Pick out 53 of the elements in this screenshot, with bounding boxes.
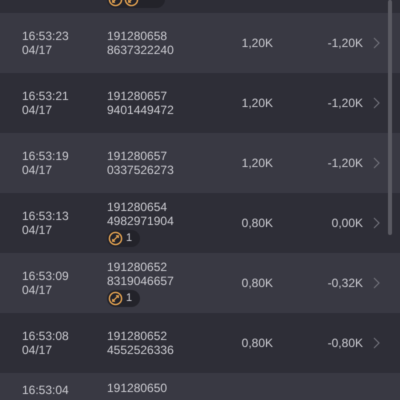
id-text: 191280652 bbox=[107, 260, 168, 274]
id-text: 191280658 bbox=[107, 29, 168, 43]
transaction-row[interactable]: 16:53:04 191280650 bbox=[0, 373, 400, 400]
count-text: 1 bbox=[126, 231, 132, 245]
id-text: 4552526336 bbox=[107, 343, 175, 357]
time-text: 16:53:08 bbox=[22, 329, 70, 343]
id-text: 191280652 bbox=[107, 329, 168, 343]
chevron-right-icon bbox=[373, 217, 380, 229]
result-text: 0,00K bbox=[330, 215, 363, 232]
id-text: 9401449472 bbox=[107, 103, 175, 117]
id-text: 191280650 bbox=[107, 381, 168, 395]
chevron-right-icon bbox=[373, 37, 380, 49]
id-text: 8637322240 bbox=[107, 43, 175, 57]
time-text: 16:53:23 bbox=[22, 29, 70, 43]
amount-text: 1,20K bbox=[240, 95, 273, 112]
amount-text: 1,20K bbox=[240, 35, 273, 52]
amount-text: 1,20K bbox=[240, 155, 273, 172]
amount-text: 0,80K bbox=[240, 335, 273, 352]
date-text: 04/17 bbox=[22, 163, 54, 177]
result-text: -1,20K bbox=[326, 35, 363, 52]
transaction-row[interactable]: 16:53:19 04/17 191280657 0337526273 1,20K -1,20K bbox=[0, 133, 400, 193]
amount-text: 0,80K bbox=[240, 275, 273, 292]
id-text: 191280654 bbox=[107, 200, 168, 214]
id-text: 4982971904 bbox=[107, 214, 175, 228]
coin-icon bbox=[108, 290, 123, 306]
transaction-row[interactable]: 16:53:23 04/17 191280658 8637322240 1,20K -1,20K bbox=[0, 13, 400, 73]
date-text: 04/17 bbox=[22, 343, 54, 357]
id-text: 0337526273 bbox=[107, 163, 175, 177]
chevron-right-icon bbox=[373, 337, 380, 349]
transaction-row[interactable]: 16:53:09 04/17 191280652 8319046657 1 0,80K -0,32K bbox=[0, 253, 400, 313]
time-text: 16:53:19 bbox=[22, 149, 70, 163]
coin-icon bbox=[108, 230, 123, 246]
time-text: 16:53:13 bbox=[22, 209, 70, 223]
date-text: 04/17 bbox=[22, 223, 54, 237]
count-text: 1 bbox=[126, 291, 132, 305]
date-text: 04/17 bbox=[22, 283, 54, 297]
time-text: 16:53:21 bbox=[22, 89, 70, 103]
chevron-right-icon bbox=[373, 157, 380, 169]
result-text: -0,32K bbox=[326, 275, 363, 292]
time-text: 16:53:09 bbox=[22, 269, 70, 283]
amount-text: 0,80K bbox=[240, 215, 273, 232]
chevron-right-icon bbox=[373, 97, 380, 109]
date-text: 04/17 bbox=[22, 43, 54, 57]
result-text: -1,20K bbox=[326, 95, 363, 112]
chevron-right-icon bbox=[373, 277, 380, 289]
id-text: 191280657 bbox=[107, 149, 168, 163]
result-text: -1,20K bbox=[326, 155, 363, 172]
date-text: 04/17 bbox=[22, 103, 54, 117]
time-text: 16:53:04 bbox=[22, 383, 69, 397]
id-text: 8319046657 bbox=[107, 274, 175, 288]
scrollbar-thumb[interactable] bbox=[388, 0, 392, 235]
id-text: 191280657 bbox=[107, 89, 168, 103]
result-text: -0,80K bbox=[326, 335, 363, 352]
